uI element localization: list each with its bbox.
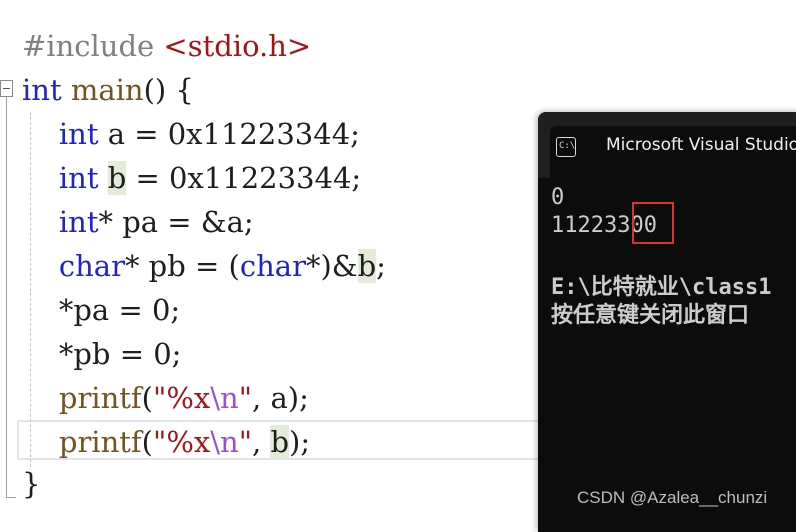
code-token: int xyxy=(22,73,62,107)
code-token: , a); xyxy=(252,381,309,415)
code-token: ); xyxy=(289,425,311,459)
code-token: char xyxy=(58,249,125,283)
cmd-icon: C:\ xyxy=(556,137,576,157)
annotation-box xyxy=(632,202,674,244)
code-token: ; xyxy=(376,249,386,283)
code-token: * pa = &a; xyxy=(98,205,254,239)
code-line[interactable]: int main() { xyxy=(22,68,194,112)
code-line[interactable]: int a = 0x11223344; xyxy=(22,112,360,156)
code-token: \n xyxy=(210,381,239,415)
code-token: a = 0x11223344; xyxy=(98,117,360,151)
console-window[interactable]: C:\ Microsoft Visual Studio 0 11223300 E… xyxy=(538,112,796,532)
code-line[interactable]: #include <stdio.h> xyxy=(22,24,311,68)
code-token: () { xyxy=(143,73,194,107)
code-token: *pb = 0; xyxy=(22,337,182,371)
watermark: CSDN @Azalea__chunzi xyxy=(577,488,768,507)
code-line[interactable]: } xyxy=(22,462,40,506)
code-token: char xyxy=(239,249,306,283)
code-token: int xyxy=(58,117,99,151)
fold-toggle-icon[interactable] xyxy=(0,80,13,97)
code-token: " xyxy=(238,381,253,415)
code-token: int xyxy=(58,161,99,195)
code-token: b xyxy=(270,425,290,459)
code-token: *)& xyxy=(305,249,358,283)
console-output-line: 0 xyxy=(551,185,565,210)
code-token: \n xyxy=(210,425,239,459)
code-line[interactable]: *pb = 0; xyxy=(22,332,182,376)
code-line[interactable]: printf("%x\n", a); xyxy=(22,376,309,420)
code-token: * pb = ( xyxy=(124,249,240,283)
code-token: printf xyxy=(58,425,142,459)
code-line[interactable]: *pa = 0; xyxy=(22,288,180,332)
code-token: #include xyxy=(22,29,164,63)
code-line[interactable]: printf("%x\n", b); xyxy=(22,420,310,464)
code-token: } xyxy=(22,467,41,501)
fold-guide xyxy=(6,97,7,497)
code-token: ( xyxy=(141,381,153,415)
console-output-line: 按任意键关闭此窗口 xyxy=(551,303,750,328)
code-token: = 0x11223344; xyxy=(126,161,362,195)
code-line[interactable]: int b = 0x11223344; xyxy=(22,156,361,200)
code-token: int xyxy=(58,205,99,239)
code-token: main xyxy=(70,73,144,107)
code-token: <stdio.h> xyxy=(163,29,312,63)
console-title: Microsoft Visual Studio xyxy=(606,135,796,155)
code-line[interactable]: int* pa = &a; xyxy=(22,200,254,244)
console-titlebar[interactable]: C:\ Microsoft Visual Studio xyxy=(538,112,796,178)
code-token: , xyxy=(252,425,271,459)
code-token: b xyxy=(357,249,377,283)
code-token: " xyxy=(238,425,253,459)
code-token: printf xyxy=(58,381,142,415)
code-token: ( xyxy=(141,425,153,459)
code-token: b xyxy=(107,161,127,195)
code-line[interactable]: char* pb = (char*)&b; xyxy=(22,244,386,288)
code-token: "%x xyxy=(152,425,211,459)
fold-guide-end xyxy=(6,497,16,498)
code-token: *pa = 0; xyxy=(22,293,181,327)
code-token: "%x xyxy=(152,381,211,415)
